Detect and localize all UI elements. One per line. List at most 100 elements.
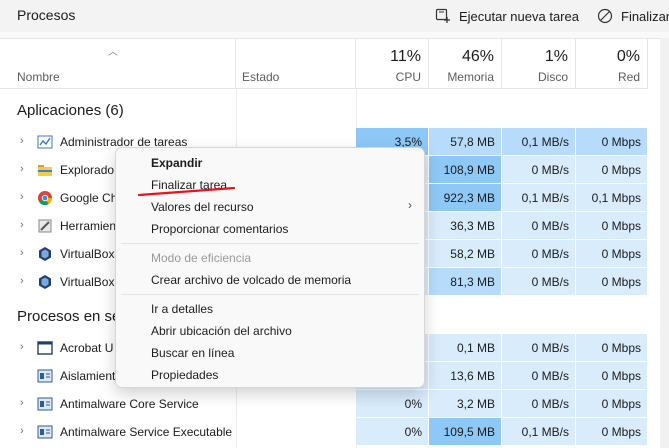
- memory-cell: 108,9 MB: [429, 156, 501, 183]
- virtualbox-icon: [39, 275, 51, 289]
- network-cell: 0 Mbps: [576, 268, 647, 295]
- network-total: 0%: [616, 48, 640, 65]
- memory-cell: 58,2 MB: [429, 240, 501, 267]
- disk-cell: 0,1 MB/s: [502, 184, 575, 211]
- memory-total: 46%: [461, 48, 494, 65]
- network-cell: 0 Mbps: [576, 390, 647, 417]
- process-name: Herramien: [60, 219, 117, 233]
- section-background: Procesos en se: [17, 308, 121, 325]
- menu-item-efficiency-mode: Modo de eficiencia: [151, 251, 252, 265]
- chevron-right-icon[interactable]: ›: [20, 247, 24, 259]
- disk-total: 1%: [544, 48, 568, 65]
- chevron-right-icon[interactable]: ›: [20, 275, 24, 287]
- column-status-label: Estado: [242, 70, 280, 84]
- cpu-cell: 0%: [356, 418, 428, 445]
- end-task-label: Finalizar: [621, 8, 669, 24]
- menu-separator: [121, 243, 419, 244]
- chevron-right-icon[interactable]: ›: [20, 163, 24, 175]
- disk-cell: 0 MB/s: [502, 240, 575, 267]
- network-cell: 0 Mbps: [576, 240, 647, 267]
- menu-item-properties[interactable]: Propiedades: [151, 368, 218, 382]
- disk-cell: 0 MB/s: [502, 156, 575, 183]
- network-cell: 0 Mbps: [576, 418, 647, 445]
- disk-cell: 0 MB/s: [502, 212, 575, 239]
- chevron-right-icon[interactable]: ›: [20, 135, 24, 147]
- section-apps: Aplicaciones (6): [17, 102, 124, 119]
- run-new-task-button[interactable]: Ejecutar nueva tarea: [435, 4, 579, 28]
- network-cell: 0 Mbps: [576, 212, 647, 239]
- menu-item-open-location[interactable]: Abrir ubicación del archivo: [151, 324, 292, 338]
- disk-cell: 0 MB/s: [502, 390, 575, 417]
- network-cell: 0 Mbps: [576, 334, 647, 361]
- cpu-cell: 0%: [356, 390, 428, 417]
- service-icon: [37, 425, 53, 439]
- service-icon: [37, 369, 53, 383]
- table-row[interactable]: › Antimalware Service Executable 0% 109,…: [0, 418, 669, 446]
- chevron-right-icon[interactable]: ›: [20, 219, 24, 231]
- column-name-label: Nombre: [17, 70, 60, 84]
- memory-cell: 36,3 MB: [429, 212, 501, 239]
- process-name: Explorado: [60, 163, 115, 177]
- memory-cell: 3,2 MB: [429, 390, 501, 417]
- disk-label: Disco: [537, 70, 568, 84]
- folder-icon: [38, 165, 52, 176]
- new-task-icon: [435, 8, 450, 23]
- page-title: Procesos: [17, 7, 76, 23]
- process-name: Aislamient: [60, 369, 116, 383]
- disk-cell: 0 MB/s: [502, 334, 575, 361]
- memory-cell: 81,3 MB: [429, 268, 501, 295]
- memory-cell: 922,3 MB: [429, 184, 501, 211]
- disk-cell: 0,1 MB/s: [502, 418, 575, 445]
- chevron-right-icon: ›: [408, 198, 412, 212]
- column-header-network[interactable]: 0% Red: [576, 39, 648, 89]
- chevron-right-icon[interactable]: ›: [20, 191, 24, 203]
- network-cell: 0 Mbps: [576, 156, 647, 183]
- menu-separator: [121, 294, 419, 295]
- sort-caret-icon: ︿: [108, 47, 118, 58]
- chevron-right-icon[interactable]: ›: [20, 341, 24, 353]
- disk-cell: 0 MB/s: [502, 362, 575, 389]
- menu-item-resource-values[interactable]: Valores del recurso: [151, 200, 424, 214]
- chevron-right-icon[interactable]: ›: [20, 397, 24, 409]
- network-cell: 0 Mbps: [576, 362, 647, 389]
- column-header-cpu[interactable]: 11% CPU: [356, 39, 429, 89]
- memory-cell: 13,6 MB: [429, 362, 501, 389]
- context-menu: Expandir Finalizar tarea Valores del rec…: [115, 147, 425, 388]
- disk-cell: 0,1 MB/s: [502, 128, 575, 155]
- process-name: Antimalware Core Service: [60, 397, 199, 411]
- process-name: VirtualBox: [60, 247, 115, 261]
- process-name: VirtualBox: [60, 275, 115, 289]
- annotation-underline: [138, 187, 236, 197]
- virtualbox-icon: [39, 247, 51, 261]
- window-icon: [37, 341, 53, 355]
- end-task-button[interactable]: Finalizar: [597, 4, 669, 28]
- table-row[interactable]: › Antimalware Core Service 0% 3,2 MB 0 M…: [0, 390, 669, 418]
- toolbar: Procesos Ejecutar nueva tarea Finalizar: [0, 0, 669, 32]
- prohibit-icon: [597, 8, 613, 24]
- task-manager-icon: [37, 135, 53, 149]
- memory-label: Memoria: [447, 70, 494, 84]
- column-header-memory[interactable]: 46% Memoria: [429, 39, 502, 89]
- service-icon: [37, 397, 53, 411]
- memory-cell: 57,8 MB: [429, 128, 501, 155]
- column-header-status[interactable]: Estado: [236, 39, 356, 89]
- menu-item-go-to-details[interactable]: Ir a detalles: [151, 302, 213, 316]
- memory-cell: 109,5 MB: [429, 418, 501, 445]
- vertical-scrollbar[interactable]: [660, 38, 669, 448]
- cpu-total: 11%: [390, 48, 421, 65]
- menu-item-feedback[interactable]: Proporcionar comentarios: [151, 222, 288, 236]
- process-name: Google Ch: [60, 191, 118, 205]
- resource-values-label: Valores del recurso: [151, 200, 254, 214]
- column-header-disk[interactable]: 1% Disco: [502, 39, 576, 89]
- network-label: Red: [617, 70, 640, 84]
- chevron-right-icon[interactable]: ›: [20, 425, 24, 437]
- menu-item-search-online[interactable]: Buscar en línea: [151, 346, 234, 360]
- process-name: Acrobat U: [60, 341, 114, 355]
- menu-item-create-dump[interactable]: Crear archivo de volcado de memoria: [151, 273, 351, 287]
- column-header-name[interactable]: ︿ Nombre: [0, 39, 236, 89]
- chrome-icon: [38, 191, 53, 206]
- network-cell: 0,1 Mbps: [576, 184, 647, 211]
- disk-cell: 0 MB/s: [502, 268, 575, 295]
- network-cell: 0 Mbps: [576, 128, 647, 155]
- menu-item-expand[interactable]: Expandir: [151, 156, 202, 170]
